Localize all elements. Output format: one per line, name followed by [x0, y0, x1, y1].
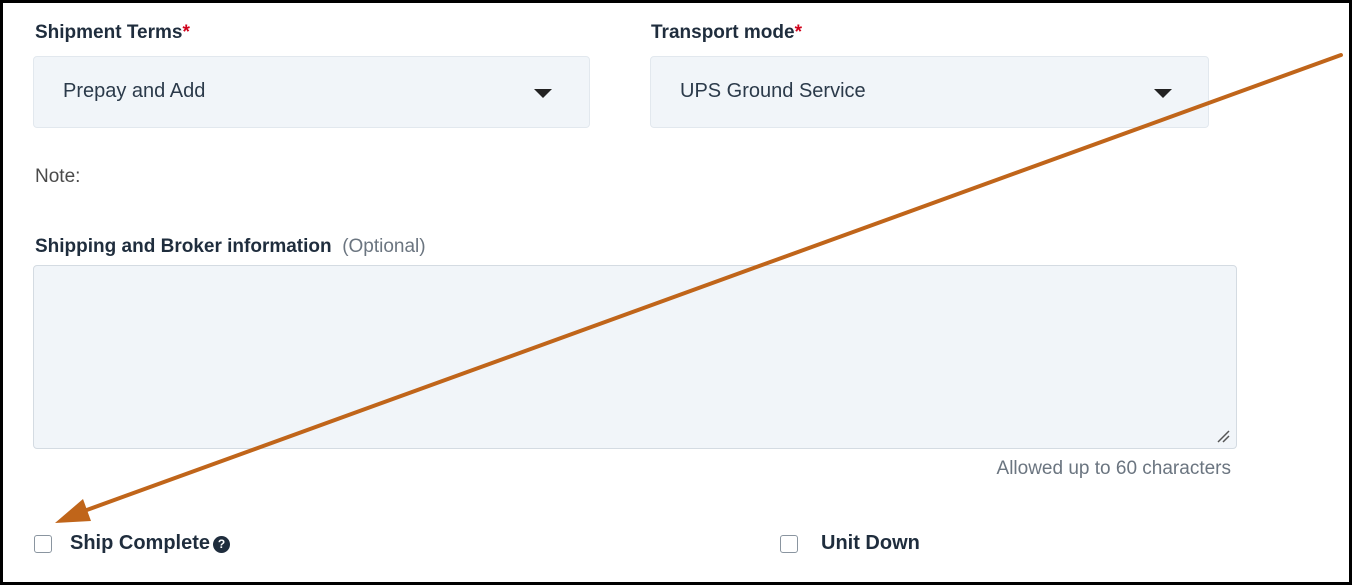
form-panel: Shipment Terms* Prepay and Add Transport…: [0, 0, 1352, 585]
annotation-arrow: [55, 53, 1343, 523]
annotation-arrow-line: [71, 53, 1343, 517]
annotation-arrow-head: [55, 499, 91, 523]
